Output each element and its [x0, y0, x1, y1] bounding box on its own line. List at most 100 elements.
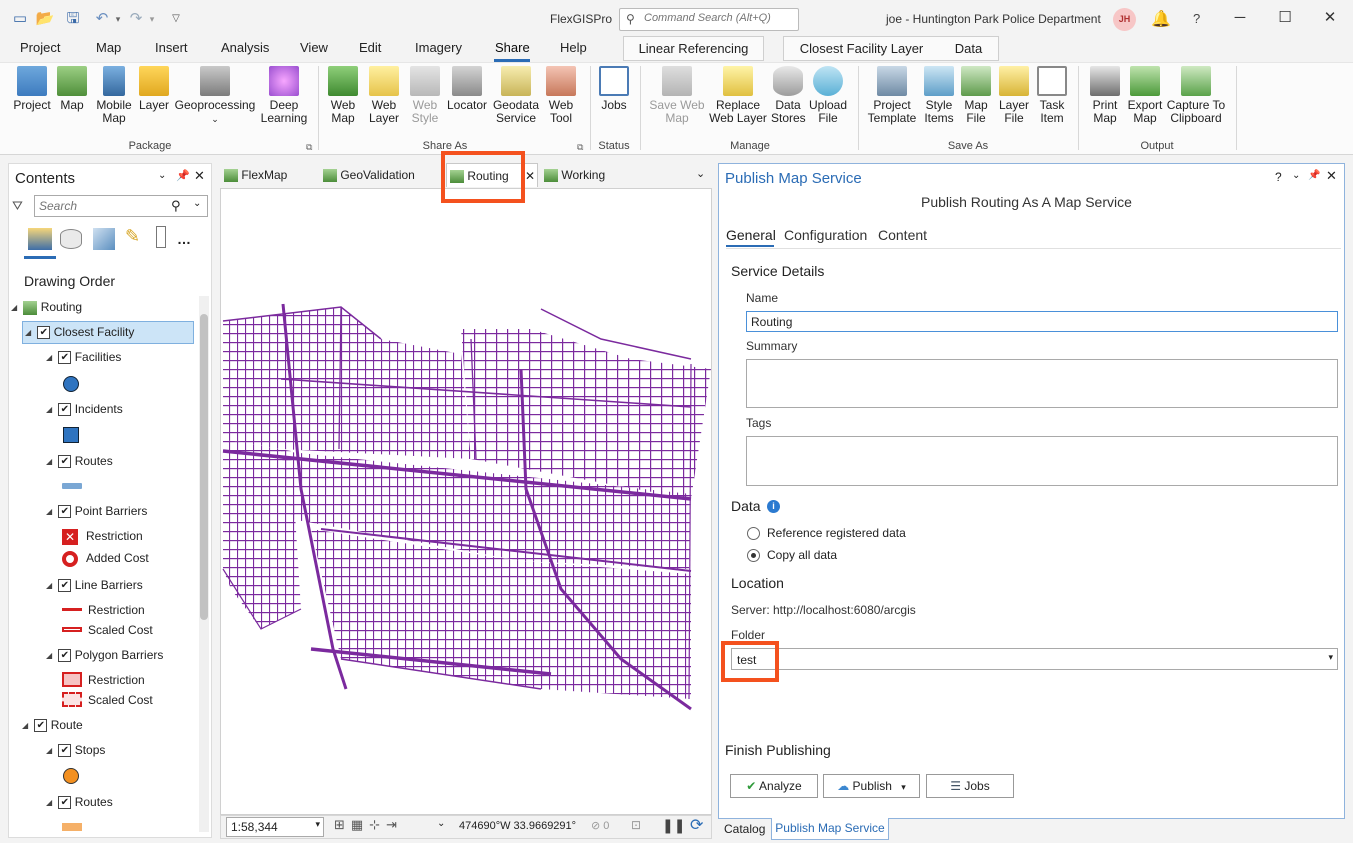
tree-row-stops[interactable]: ◢ ✔ Stops	[46, 743, 105, 758]
tab-working[interactable]: Working	[544, 163, 605, 187]
expand-icon[interactable]: ◢	[22, 721, 31, 730]
tree-row-point-barriers[interactable]: ◢ ✔ Point Barriers	[46, 504, 147, 519]
save-project-icon[interactable]: 🖫	[63, 9, 83, 29]
map-nav-tools[interactable]: ⊞▦⊹⇥	[334, 817, 403, 833]
save-task-item-button[interactable]: Task Item	[1034, 66, 1070, 125]
pause-drawing-icon[interactable]: ❚❚	[662, 817, 685, 834]
expand-icon[interactable]: ◢	[46, 746, 55, 755]
tab-map[interactable]: Map	[96, 40, 121, 58]
list-by-source-icon[interactable]	[60, 229, 82, 249]
tab-list-dropdown-icon[interactable]: ⌄	[696, 167, 705, 180]
save-style-items-button[interactable]: Style Items	[920, 66, 958, 125]
tree-row-routing[interactable]: ◢ Routing	[11, 300, 82, 315]
tags-field[interactable]	[746, 436, 1338, 486]
jobs-button[interactable]: ☰ Jobs	[926, 774, 1014, 798]
scale-selector[interactable]: 1:58,344 ▾	[226, 817, 324, 837]
chevron-down-icon[interactable]: ▾	[901, 782, 906, 792]
name-field[interactable]: Routing	[746, 311, 1338, 332]
tab-share[interactable]: Share	[495, 40, 530, 58]
close-icon[interactable]: ✕	[1326, 168, 1337, 184]
tab-flexmap[interactable]: FlexMap	[224, 163, 287, 187]
contents-search-input[interactable]	[39, 199, 169, 213]
avatar[interactable]: JH	[1113, 8, 1136, 31]
radio-copy-all-data[interactable]: Copy all data	[747, 548, 837, 563]
help-button[interactable]: ?	[1193, 11, 1200, 26]
new-project-icon[interactable]: ▭	[10, 9, 30, 29]
visibility-checkbox[interactable]: ✔	[34, 719, 48, 733]
output-export-map-button[interactable]: Export Map	[1125, 66, 1165, 125]
undo-dropdown-icon[interactable]: ▾	[108, 9, 128, 29]
user-account-label[interactable]: joe - Huntington Park Police Department	[886, 12, 1101, 26]
tab-linear-referencing[interactable]: Linear Referencing	[623, 36, 764, 61]
close-tab-icon[interactable]: ✕	[525, 164, 535, 188]
share-geodata-service-button[interactable]: Geodata Service	[491, 66, 541, 125]
contents-search-box[interactable]: ⚲ ⌄	[34, 195, 208, 217]
tab-project[interactable]: Project	[20, 40, 60, 58]
save-layer-file-button[interactable]: Layer File	[996, 66, 1032, 125]
list-by-editing-icon[interactable]: ✎	[125, 226, 140, 247]
pane-menu-icon[interactable]: ⌄	[1292, 170, 1300, 181]
visibility-checkbox[interactable]: ✔	[58, 351, 72, 365]
manage-upload-file-button[interactable]: Upload File	[807, 66, 849, 125]
info-icon[interactable]: i	[767, 500, 780, 513]
manage-save-web-map-button[interactable]: Save Web Map	[648, 66, 706, 125]
tab-publish-map-service[interactable]: Publish Map Service	[771, 818, 889, 840]
share-web-map-button[interactable]: Web Map	[326, 66, 360, 125]
output-print-map-button[interactable]: Print Map	[1086, 66, 1124, 125]
status-jobs-button[interactable]: Jobs	[596, 66, 632, 112]
package-geoprocessing-button[interactable]: Geoprocessing ⌄	[174, 66, 256, 126]
tree-row-route[interactable]: ◢ ✔ Route	[22, 718, 83, 733]
expand-icon[interactable]: ◢	[46, 405, 55, 414]
tab-closest-facility-layer[interactable]: Closest Facility Layer	[783, 36, 939, 61]
tab-help[interactable]: Help	[560, 40, 587, 58]
visibility-checkbox[interactable]: ✔	[58, 796, 72, 810]
more-options-icon[interactable]: …	[177, 231, 191, 247]
help-icon[interactable]: ?	[1275, 170, 1282, 184]
customize-toolbar-icon[interactable]: ▽	[166, 9, 186, 29]
expand-icon[interactable]: ◢	[11, 303, 20, 312]
expand-icon[interactable]: ◢	[46, 651, 55, 660]
tree-row-route-routes[interactable]: ◢ ✔ Routes	[46, 795, 113, 810]
radio-button[interactable]	[747, 549, 760, 563]
refresh-icon[interactable]: ⟳	[690, 815, 703, 835]
tab-geovalidation[interactable]: GeoValidation	[323, 163, 415, 187]
tab-configuration[interactable]: Configuration	[784, 227, 867, 243]
list-by-selection-icon[interactable]	[93, 228, 115, 250]
package-deep-learning-button[interactable]: Deep Learning	[258, 66, 310, 125]
manage-replace-web-layer-button[interactable]: Replace Web Layer	[708, 66, 768, 125]
folder-dropdown[interactable]: test ▾	[731, 648, 1338, 670]
tab-analysis[interactable]: Analysis	[221, 40, 269, 58]
tab-data[interactable]: Data	[939, 36, 999, 61]
share-web-style-button[interactable]: Web Style	[406, 66, 444, 125]
expand-icon[interactable]: ◢	[46, 798, 55, 807]
analyze-button[interactable]: ✔ Analyze	[730, 774, 818, 798]
expand-icon[interactable]: ◢	[25, 328, 34, 337]
manage-data-stores-button[interactable]: Data Stores	[770, 66, 806, 125]
visibility-checkbox[interactable]: ✔	[58, 649, 72, 663]
package-mobile-map-button[interactable]: Mobile Map	[93, 66, 135, 125]
visibility-checkbox[interactable]: ✔	[58, 744, 72, 758]
tab-catalog[interactable]: Catalog	[724, 822, 765, 836]
list-by-drawing-order-icon[interactable]	[28, 228, 52, 250]
package-layer-button[interactable]: Layer	[137, 66, 171, 112]
tree-row-polygon-barriers[interactable]: ◢ ✔ Polygon Barriers	[46, 648, 163, 663]
visibility-checkbox[interactable]: ✔	[58, 505, 72, 519]
tab-general[interactable]: General	[726, 227, 776, 243]
pane-menu-icon[interactable]: ⌄	[158, 170, 166, 181]
share-web-layer-button[interactable]: Web Layer	[362, 66, 406, 125]
dialog-launcher-icon[interactable]: ⧉	[577, 142, 583, 153]
share-web-tool-button[interactable]: Web Tool	[543, 66, 579, 125]
tree-row-facilities[interactable]: ◢ ✔ Facilities	[46, 350, 121, 365]
tree-row-closest-facility[interactable]: ◢ ✔ Closest Facility	[22, 321, 194, 344]
save-map-file-button[interactable]: Map File	[959, 66, 993, 125]
tree-row-line-barriers[interactable]: ◢ ✔ Line Barriers	[46, 578, 143, 593]
notification-bell-icon[interactable]: 🔔	[1151, 9, 1171, 29]
tree-row-incidents[interactable]: ◢ ✔ Incidents	[46, 402, 123, 417]
filter-icon[interactable]: ⛛	[12, 198, 23, 214]
list-by-snapping-icon[interactable]	[156, 226, 166, 248]
summary-field[interactable]	[746, 359, 1338, 408]
tab-view[interactable]: View	[300, 40, 328, 58]
package-map-button[interactable]: Map	[55, 66, 89, 112]
minimize-button[interactable]: ─	[1225, 6, 1255, 30]
radio-reference-registered[interactable]: Reference registered data	[747, 526, 906, 541]
